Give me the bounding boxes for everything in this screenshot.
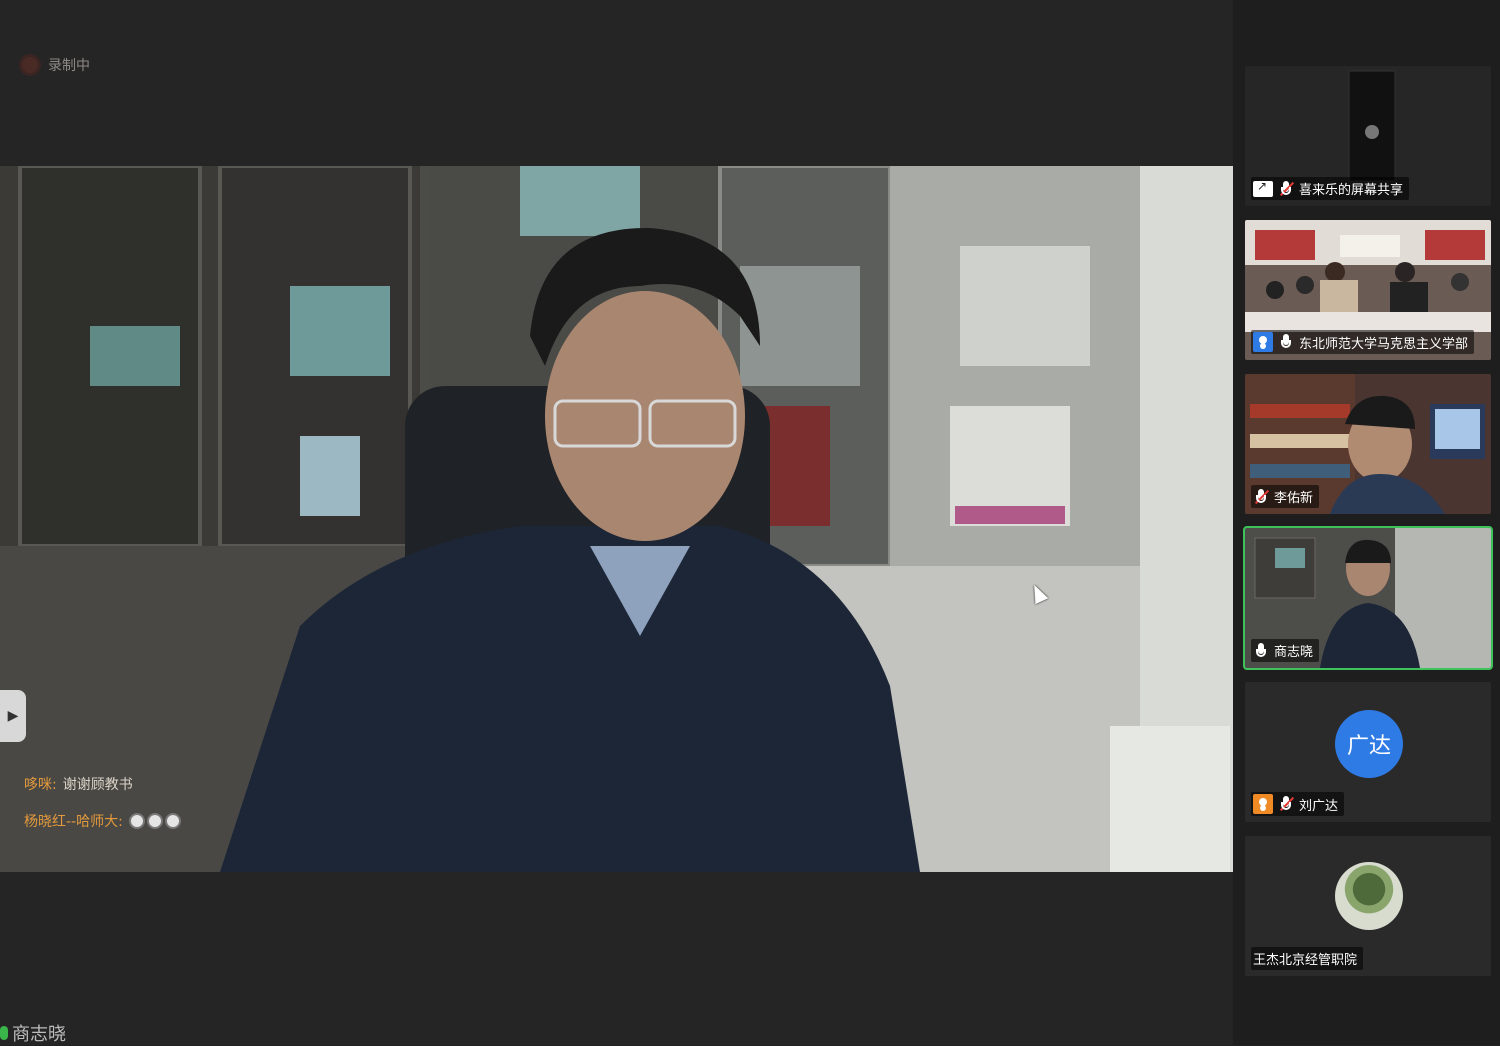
participant-name: 商志晓 <box>1274 645 1314 660</box>
chevron-right-icon: ▶ <box>7 708 19 724</box>
participant-sidebar: 喜来乐的屏幕共享 东北师范大学马克思主义学部 <box>1233 0 1500 1045</box>
speaker-figure <box>220 227 920 872</box>
screen-share-icon <box>1253 179 1273 197</box>
participant-tile[interactable]: 东北师范大学马克思主义学部 <box>1245 220 1491 360</box>
record-icon <box>22 57 38 73</box>
participant-label: 商志晓 <box>1251 639 1320 662</box>
participant-tile[interactable]: 李佑新 <box>1245 374 1491 514</box>
participant-name: 李佑新 <box>1274 491 1314 506</box>
user-icon <box>1253 332 1273 352</box>
expand-panel-button[interactable]: ▶ <box>0 690 26 742</box>
participant-tile-active[interactable]: 商志晓 <box>1243 526 1493 670</box>
participant-tile[interactable]: 王杰北京经管职院 <box>1245 836 1491 976</box>
participant-name: 王杰北京经管职院 <box>1253 953 1358 968</box>
mic-icon <box>1278 333 1294 351</box>
chat-sender: 杨晓红--哈师大: <box>24 814 123 830</box>
chat-message: 哆咪: 谢谢顾教书 <box>24 774 133 794</box>
mic-icon <box>1253 642 1269 660</box>
participant-label: 王杰北京经管职院 <box>1251 947 1364 970</box>
clap-emoji-icon <box>128 813 181 829</box>
active-speaker-label: 商志晓 <box>0 1020 66 1046</box>
avatar: 广达 <box>1335 710 1403 778</box>
mic-muted-icon <box>1278 180 1295 198</box>
participant-tile[interactable]: 喜来乐的屏幕共享 <box>1245 66 1491 206</box>
participant-label: 李佑新 <box>1251 485 1320 508</box>
chat-sender: 哆咪: <box>24 777 57 793</box>
main-video[interactable] <box>0 166 1233 872</box>
mic-muted-icon <box>1253 488 1270 506</box>
avatar <box>1335 862 1403 930</box>
participant-name: 喜来乐的屏幕共享 <box>1299 183 1404 198</box>
participant-name: 刘广达 <box>1299 798 1339 814</box>
chat-message: 杨晓红--哈师大: <box>24 811 181 831</box>
mic-muted-icon <box>1278 795 1295 813</box>
participant-label: 东北师范大学马克思主义学部 <box>1251 330 1475 354</box>
participant-name: 东北师范大学马克思主义学部 <box>1299 336 1469 352</box>
participant-label: 喜来乐的屏幕共享 <box>1251 177 1410 200</box>
chat-text: 谢谢顾教书 <box>62 777 133 793</box>
participant-tile[interactable]: 广达 刘广达 <box>1245 682 1491 822</box>
participant-label: 刘广达 <box>1251 792 1345 816</box>
mic-icon <box>0 1026 8 1040</box>
main-area: 录制中 ▶ 哆咪: 谢谢顾教书 杨晓红--哈师大: 商志晓 <box>0 0 1233 1045</box>
user-icon <box>1253 794 1273 814</box>
recording-label: 录制中 <box>48 58 90 74</box>
recording-indicator[interactable]: 录制中 <box>22 55 90 75</box>
active-speaker-name: 商志晓 <box>12 1024 66 1045</box>
